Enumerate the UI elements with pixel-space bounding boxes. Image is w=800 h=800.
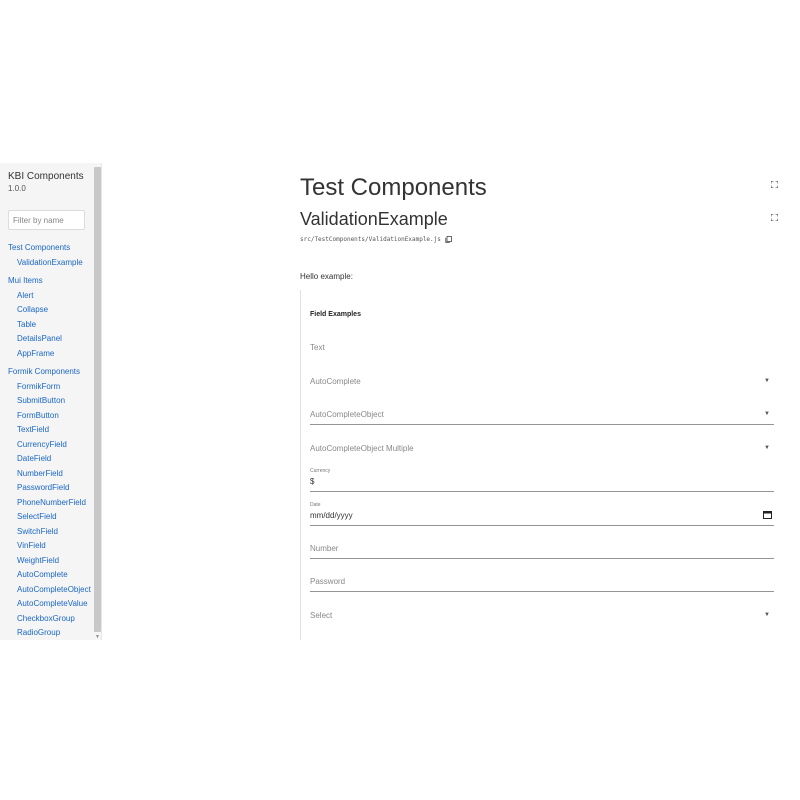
sidebar-item-link[interactable]: FormButton (17, 409, 94, 424)
field-examples-heading: Field Examples (310, 311, 361, 318)
sidebar-version: 1.0.0 (8, 184, 26, 193)
field-underline (310, 424, 774, 425)
sidebar-item-link[interactable]: ValidationExample (17, 256, 94, 271)
sidebar-item-link[interactable]: CurrencyField (17, 438, 94, 453)
calendar-icon[interactable] (763, 510, 772, 519)
copy-icon[interactable] (445, 236, 452, 243)
component-path: src/TestComponents/ValidationExample.js (300, 236, 452, 243)
hello-label: Hello example: (300, 272, 353, 281)
sidebar-item-link[interactable]: AppFrame (17, 347, 94, 362)
autocomplete-object-multiple-label: AutoCompleteObject Multiple (310, 444, 414, 453)
scroll-down-arrow-icon[interactable]: ▼ (95, 634, 100, 640)
date-label: Date (310, 502, 321, 508)
number-field[interactable]: Number (310, 544, 774, 559)
field-underline (310, 558, 774, 559)
autocomplete-object-field[interactable]: AutoCompleteObject ▼ (310, 410, 774, 425)
sidebar-nav: Test Components ValidationExample Mui Item… (0, 241, 94, 640)
autocomplete-label: AutoComplete (310, 377, 361, 386)
caret-down-icon[interactable]: ▼ (764, 612, 770, 618)
sidebar-item-link[interactable]: WeightField (17, 554, 94, 569)
sidebar-item-link[interactable]: Table (17, 318, 94, 333)
field-underline (310, 525, 774, 526)
sidebar-item-link[interactable]: Collapse (17, 303, 94, 318)
field-underline (310, 491, 774, 492)
field-underline (310, 591, 774, 592)
styleguide-frame: KBI Components 1.0.0 Test ComponentsVali… (0, 163, 800, 640)
sidebar-item-link[interactable]: PasswordField (17, 481, 94, 496)
section-title[interactable]: ValidationExample (300, 209, 448, 230)
autocomplete-field[interactable]: AutoComplete ▼ (310, 377, 774, 391)
filter-input[interactable] (8, 210, 85, 230)
autocomplete-object-multiple-field[interactable]: AutoCompleteObject Multiple ▼ (310, 444, 774, 458)
expand-icon[interactable] (771, 214, 778, 221)
text-field-label: Text (310, 343, 325, 352)
expand-icon[interactable] (771, 181, 778, 188)
text-field[interactable]: Text (310, 343, 774, 357)
sidebar-item-link[interactable]: DateField (17, 452, 94, 467)
sidebar-item-link[interactable]: CheckboxGroup (17, 612, 94, 627)
sidebar-item-link[interactable]: Alert (17, 289, 94, 304)
sidebar-item-link[interactable]: PhoneNumberField (17, 496, 94, 511)
sidebar-item-link[interactable]: AutoCompleteObject (17, 583, 94, 598)
currency-value: $ (310, 477, 315, 486)
password-label: Password (310, 577, 346, 586)
path-text: src/TestComponents/ValidationExample.js (300, 236, 441, 243)
sidebar-scrollbar[interactable] (94, 167, 101, 632)
sidebar-group-link[interactable]: Test Components (8, 241, 94, 256)
sidebar-item-link[interactable]: TextField (17, 423, 94, 438)
sidebar-item-link[interactable]: DetailsPanel (17, 332, 94, 347)
select-label: Select (310, 611, 333, 620)
sidebar-item-link[interactable]: AutoComplete (17, 568, 94, 583)
number-label: Number (310, 544, 339, 553)
caret-down-icon[interactable]: ▼ (764, 378, 770, 384)
sidebar-item-link[interactable]: SubmitButton (17, 394, 94, 409)
sidebar-item-link[interactable]: FormikForm (17, 380, 94, 395)
sidebar-item-link[interactable]: SelectField (17, 510, 94, 525)
autocomplete-object-label: AutoCompleteObject (310, 410, 384, 419)
sidebar-group-link[interactable]: Mui Items (8, 274, 94, 289)
sidebar-group-link[interactable]: Formik Components (8, 365, 94, 380)
currency-field[interactable]: Currency $ (310, 468, 774, 492)
caret-down-icon[interactable]: ▼ (764, 445, 770, 451)
date-value: mm/dd/yyyy (310, 511, 353, 520)
sidebar-item-link[interactable]: NumberField (17, 467, 94, 482)
select-field[interactable]: Select ▼ (310, 611, 774, 625)
page-title: Test Components (300, 174, 487, 201)
main-content: Test Components ValidationExample src/Te… (300, 163, 780, 640)
date-field[interactable]: Date mm/dd/yyyy (310, 502, 774, 526)
currency-label: Currency (310, 468, 331, 474)
sidebar-item-link[interactable]: RadioGroup (17, 626, 94, 640)
sidebar-item-link[interactable]: VinField (17, 539, 94, 554)
sidebar-item-link[interactable]: SwitchField (17, 525, 94, 540)
sidebar: KBI Components 1.0.0 Test ComponentsVali… (0, 163, 102, 640)
sidebar-item-link[interactable]: AutoCompleteValue (17, 597, 94, 612)
caret-down-icon[interactable]: ▼ (764, 411, 770, 417)
password-field[interactable]: Password (310, 577, 774, 592)
sidebar-title: KBI Components (8, 171, 84, 182)
example-preview: Field Examples Text AutoComplete ▼ AutoC… (300, 290, 774, 640)
